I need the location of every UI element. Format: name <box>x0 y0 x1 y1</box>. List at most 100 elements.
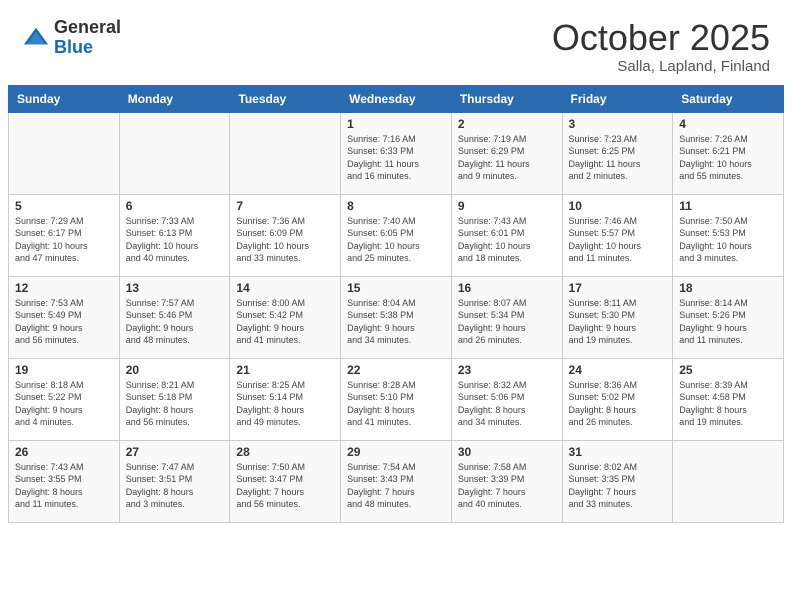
day-info: Sunrise: 7:57 AM Sunset: 5:46 PM Dayligh… <box>126 297 224 347</box>
calendar-cell: 16 Sunrise: 8:07 AM Sunset: 5:34 PM Dayli… <box>451 276 562 358</box>
day-info: Sunrise: 7:43 AM Sunset: 3:55 PM Dayligh… <box>15 461 113 511</box>
calendar-cell: 1Sunrise: 7:16 AM Sunset: 6:33 PM Daylig… <box>341 112 452 194</box>
week-row-1: 1Sunrise: 7:16 AM Sunset: 6:33 PM Daylig… <box>9 112 784 194</box>
calendar-cell: 11Sunrise: 7:50 AM Sunset: 5:53 PM Dayli… <box>673 194 784 276</box>
header: General Blue October 2025 Salla, Lapland… <box>0 0 792 85</box>
day-number: 19 <box>15 363 113 377</box>
day-number: 13 <box>126 281 224 295</box>
logo-icon <box>22 24 50 52</box>
calendar-cell <box>119 112 230 194</box>
day-number: 2 <box>458 117 556 131</box>
day-info: Sunrise: 7:40 AM Sunset: 6:05 PM Dayligh… <box>347 215 445 265</box>
calendar-cell: 12Sunrise: 7:53 AM Sunset: 5:49 PM Dayli… <box>9 276 120 358</box>
day-header-sunday: Sunday <box>9 85 120 112</box>
day-info: Sunrise: 8:11 AM Sunset: 5:30 PM Dayligh… <box>569 297 667 347</box>
day-info: Sunrise: 7:23 AM Sunset: 6:25 PM Dayligh… <box>569 133 667 183</box>
calendar-cell: 20Sunrise: 8:21 AM Sunset: 5:18 PM Dayli… <box>119 358 230 440</box>
day-info: Sunrise: 7:29 AM Sunset: 6:17 PM Dayligh… <box>15 215 113 265</box>
week-row-3: 12Sunrise: 7:53 AM Sunset: 5:49 PM Dayli… <box>9 276 784 358</box>
calendar-cell: 31Sunrise: 8:02 AM Sunset: 3:35 PM Dayli… <box>562 440 673 522</box>
logo-blue-text: Blue <box>54 38 121 58</box>
day-number: 31 <box>569 445 667 459</box>
logo: General Blue <box>22 18 121 58</box>
day-info: Sunrise: 8:39 AM Sunset: 4:58 PM Dayligh… <box>679 379 777 429</box>
day-info: Sunrise: 7:50 AM Sunset: 3:47 PM Dayligh… <box>236 461 334 511</box>
calendar-cell <box>9 112 120 194</box>
day-number: 18 <box>679 281 777 295</box>
calendar-cell: 21 Sunrise: 8:25 AM Sunset: 5:14 PM Dayli… <box>230 358 341 440</box>
day-info: Sunrise: 8:14 AM Sunset: 5:26 PM Dayligh… <box>679 297 777 347</box>
page: General Blue October 2025 Salla, Lapland… <box>0 0 792 612</box>
day-number: 24 <box>569 363 667 377</box>
calendar-cell: 26 Sunrise: 7:43 AM Sunset: 3:55 PM Dayli… <box>9 440 120 522</box>
calendar-cell: 18 Sunrise: 8:14 AM Sunset: 5:26 PM Dayli… <box>673 276 784 358</box>
day-number: 17 <box>569 281 667 295</box>
day-info: Sunrise: 8:25 AM Sunset: 5:14 PM Dayligh… <box>236 379 334 429</box>
day-number: 21 <box>236 363 334 377</box>
day-number: 23 <box>458 363 556 377</box>
day-number: 3 <box>569 117 667 131</box>
calendar-cell: 14 Sunrise: 8:00 AM Sunset: 5:42 PM Dayli… <box>230 276 341 358</box>
calendar-table: Sunday Monday Tuesday Wednesday Thursday… <box>8 85 784 523</box>
calendar-cell: 25 Sunrise: 8:39 AM Sunset: 4:58 PM Dayli… <box>673 358 784 440</box>
logo-text: General Blue <box>54 18 121 58</box>
calendar-cell: 5 Sunrise: 7:29 AM Sunset: 6:17 PM Daylig… <box>9 194 120 276</box>
day-info: Sunrise: 7:54 AM Sunset: 3:43 PM Dayligh… <box>347 461 445 511</box>
day-info: Sunrise: 7:19 AM Sunset: 6:29 PM Dayligh… <box>458 133 556 183</box>
logo-general-text: General <box>54 18 121 38</box>
calendar-cell: 3 Sunrise: 7:23 AM Sunset: 6:25 PM Daylig… <box>562 112 673 194</box>
day-number: 6 <box>126 199 224 213</box>
day-number: 9 <box>458 199 556 213</box>
day-info: Sunrise: 7:58 AM Sunset: 3:39 PM Dayligh… <box>458 461 556 511</box>
calendar-cell: 10Sunrise: 7:46 AM Sunset: 5:57 PM Dayli… <box>562 194 673 276</box>
month-title: October 2025 <box>552 18 770 58</box>
day-number: 7 <box>236 199 334 213</box>
day-number: 20 <box>126 363 224 377</box>
calendar-cell: 27Sunrise: 7:47 AM Sunset: 3:51 PM Dayli… <box>119 440 230 522</box>
day-number: 16 <box>458 281 556 295</box>
calendar-cell: 30 Sunrise: 7:58 AM Sunset: 3:39 PM Dayli… <box>451 440 562 522</box>
calendar-cell: 8 Sunrise: 7:40 AM Sunset: 6:05 PM Daylig… <box>341 194 452 276</box>
calendar-cell: 22Sunrise: 8:28 AM Sunset: 5:10 PM Dayli… <box>341 358 452 440</box>
calendar-cell: 6Sunrise: 7:33 AM Sunset: 6:13 PM Daylig… <box>119 194 230 276</box>
calendar-cell: 7 Sunrise: 7:36 AM Sunset: 6:09 PM Daylig… <box>230 194 341 276</box>
calendar-cell: 2 Sunrise: 7:19 AM Sunset: 6:29 PM Daylig… <box>451 112 562 194</box>
location-title: Salla, Lapland, Finland <box>552 58 770 75</box>
day-number: 27 <box>126 445 224 459</box>
calendar-cell: 15Sunrise: 8:04 AM Sunset: 5:38 PM Dayli… <box>341 276 452 358</box>
day-header-friday: Friday <box>562 85 673 112</box>
day-info: Sunrise: 8:32 AM Sunset: 5:06 PM Dayligh… <box>458 379 556 429</box>
day-info: Sunrise: 7:50 AM Sunset: 5:53 PM Dayligh… <box>679 215 777 265</box>
day-number: 14 <box>236 281 334 295</box>
day-number: 8 <box>347 199 445 213</box>
day-number: 5 <box>15 199 113 213</box>
day-info: Sunrise: 7:46 AM Sunset: 5:57 PM Dayligh… <box>569 215 667 265</box>
day-info: Sunrise: 7:36 AM Sunset: 6:09 PM Dayligh… <box>236 215 334 265</box>
day-header-monday: Monday <box>119 85 230 112</box>
calendar-cell: 29Sunrise: 7:54 AM Sunset: 3:43 PM Dayli… <box>341 440 452 522</box>
calendar-cell: 19Sunrise: 8:18 AM Sunset: 5:22 PM Dayli… <box>9 358 120 440</box>
days-of-week-row: Sunday Monday Tuesday Wednesday Thursday… <box>9 85 784 112</box>
day-header-wednesday: Wednesday <box>341 85 452 112</box>
day-header-saturday: Saturday <box>673 85 784 112</box>
calendar-cell: 13 Sunrise: 7:57 AM Sunset: 5:46 PM Dayli… <box>119 276 230 358</box>
day-number: 28 <box>236 445 334 459</box>
day-info: Sunrise: 7:53 AM Sunset: 5:49 PM Dayligh… <box>15 297 113 347</box>
day-number: 30 <box>458 445 556 459</box>
day-number: 26 <box>15 445 113 459</box>
day-info: Sunrise: 8:36 AM Sunset: 5:02 PM Dayligh… <box>569 379 667 429</box>
calendar-cell <box>230 112 341 194</box>
day-info: Sunrise: 7:26 AM Sunset: 6:21 PM Dayligh… <box>679 133 777 183</box>
day-number: 15 <box>347 281 445 295</box>
calendar-cell: 9Sunrise: 7:43 AM Sunset: 6:01 PM Daylig… <box>451 194 562 276</box>
day-number: 4 <box>679 117 777 131</box>
day-info: Sunrise: 8:07 AM Sunset: 5:34 PM Dayligh… <box>458 297 556 347</box>
day-number: 25 <box>679 363 777 377</box>
day-header-tuesday: Tuesday <box>230 85 341 112</box>
calendar-header: Sunday Monday Tuesday Wednesday Thursday… <box>9 85 784 112</box>
day-number: 1 <box>347 117 445 131</box>
day-info: Sunrise: 8:00 AM Sunset: 5:42 PM Dayligh… <box>236 297 334 347</box>
week-row-4: 19Sunrise: 8:18 AM Sunset: 5:22 PM Dayli… <box>9 358 784 440</box>
calendar-cell: 17 Sunrise: 8:11 AM Sunset: 5:30 PM Dayli… <box>562 276 673 358</box>
title-section: October 2025 Salla, Lapland, Finland <box>552 18 770 75</box>
